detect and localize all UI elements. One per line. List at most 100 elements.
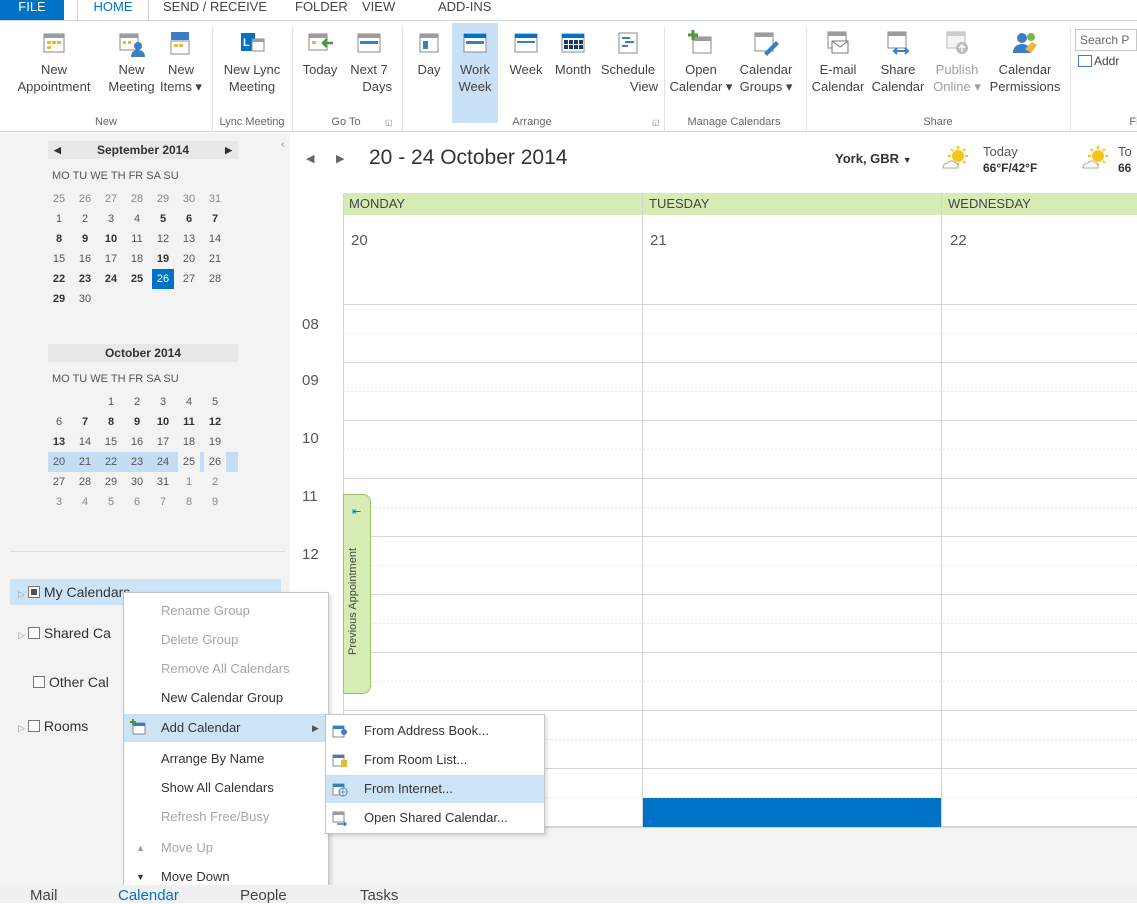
- calendar-permissions-button[interactable]: Calendar Permissions: [982, 29, 1068, 95]
- menu-item-show-all-calendars[interactable]: Show All Calendars: [124, 774, 328, 802]
- calendar-day[interactable]: 28: [74, 472, 96, 492]
- tab-view[interactable]: VIEW: [362, 0, 395, 20]
- menu-item-delete-group[interactable]: Delete Group: [124, 626, 328, 654]
- calendar-day[interactable]: 2: [204, 472, 226, 492]
- calendar-day[interactable]: 10: [100, 229, 122, 249]
- calendar-day[interactable]: 6: [126, 492, 148, 512]
- publish-online-button[interactable]: Publish Online ▾: [932, 29, 982, 95]
- calendar-day[interactable]: 27: [178, 269, 200, 289]
- calendar-day[interactable]: 7: [204, 209, 226, 229]
- tab-file[interactable]: FILE: [0, 0, 64, 20]
- nav-calendar[interactable]: Calendar: [118, 887, 179, 904]
- folder-other-calendars[interactable]: Other Cal: [33, 671, 109, 693]
- calendar-day[interactable]: 4: [126, 209, 148, 229]
- calendar-day[interactable]: 25: [178, 452, 200, 472]
- calendar-day[interactable]: 12: [152, 229, 174, 249]
- calendar-day[interactable]: 24: [100, 269, 122, 289]
- calendar-day[interactable]: 1: [100, 392, 122, 412]
- calendar-day[interactable]: 24: [152, 452, 174, 472]
- calendar-day[interactable]: 9: [126, 412, 148, 432]
- menu-item-remove-all-calendars[interactable]: Remove All Calendars: [124, 655, 328, 683]
- calendar-day[interactable]: 8: [100, 412, 122, 432]
- next-7-days-button[interactable]: Next 7 Days: [346, 29, 392, 95]
- calendar-groups-button[interactable]: Calendar Groups ▾: [734, 29, 798, 95]
- nav-tasks[interactable]: Tasks: [360, 887, 398, 904]
- calendar-day[interactable]: 28: [126, 189, 148, 209]
- calendar-day[interactable]: 19: [204, 432, 226, 452]
- tab-home[interactable]: HOME: [77, 0, 149, 20]
- expand-icon[interactable]: ▷: [18, 630, 25, 640]
- new-lync-meeting-button[interactable]: L New Lync Meeting: [218, 29, 286, 95]
- calendar-day[interactable]: 11: [178, 412, 200, 432]
- menu-item-rename-group[interactable]: Rename Group: [124, 597, 328, 625]
- calendar-day[interactable]: 26: [74, 189, 96, 209]
- open-calendar-button[interactable]: Open Calendar ▾: [668, 29, 734, 95]
- calendar-day[interactable]: 16: [126, 432, 148, 452]
- day-view-button[interactable]: Day: [410, 29, 448, 78]
- calendar-day[interactable]: 23: [74, 269, 96, 289]
- collapse-pane-icon[interactable]: ‹: [281, 139, 284, 150]
- calendar-day[interactable]: 3: [100, 209, 122, 229]
- previous-appointment-tab[interactable]: ⇤ Previous Appointment: [343, 494, 371, 694]
- prev-week-icon[interactable]: ◀: [306, 152, 314, 165]
- work-week-view-button[interactable]: Work Week: [452, 23, 498, 123]
- calendar-day[interactable]: 14: [74, 432, 96, 452]
- calendar-day[interactable]: 12: [204, 412, 226, 432]
- nav-people[interactable]: People: [240, 887, 287, 904]
- menu-item-refresh-free-busy[interactable]: Refresh Free/Busy: [124, 803, 328, 831]
- calendar-day[interactable]: 17: [100, 249, 122, 269]
- submenu-open-shared-calendar[interactable]: Open Shared Calendar...: [326, 804, 544, 832]
- calendar-day[interactable]: 13: [178, 229, 200, 249]
- calendar-day[interactable]: 7: [74, 412, 96, 432]
- calendar-day[interactable]: 1: [48, 209, 70, 229]
- calendar-day[interactable]: 1: [178, 472, 200, 492]
- folder-shared-calendars[interactable]: ▷ Shared Ca: [18, 622, 111, 644]
- menu-item-arrange-by-name[interactable]: Arrange By Name: [124, 745, 328, 773]
- calendar-day[interactable]: 21: [204, 249, 226, 269]
- selected-time-slot[interactable]: [643, 798, 941, 827]
- calendar-day[interactable]: 5: [152, 209, 174, 229]
- menu-item-new-calendar-group[interactable]: New Calendar Group: [124, 684, 328, 712]
- calendar-day[interactable]: 8: [48, 229, 70, 249]
- location-dropdown[interactable]: York, GBR ▼: [835, 151, 912, 166]
- submenu-from-internet[interactable]: From Internet...: [326, 775, 544, 803]
- calendar-day[interactable]: 30: [126, 472, 148, 492]
- month-view-button[interactable]: Month: [550, 29, 596, 78]
- checkbox-icon[interactable]: [33, 676, 45, 688]
- next-month-icon[interactable]: ▶: [225, 141, 232, 159]
- calendar-day[interactable]: 31: [204, 189, 226, 209]
- calendar-day[interactable]: 10: [152, 412, 174, 432]
- tab-folder[interactable]: FOLDER: [295, 0, 348, 20]
- calendar-day[interactable]: 15: [100, 432, 122, 452]
- calendar-day[interactable]: 26: [204, 452, 226, 472]
- next-week-icon[interactable]: ▶: [336, 152, 344, 165]
- checkbox-icon[interactable]: [27, 586, 40, 598]
- expand-icon[interactable]: ▷: [18, 723, 25, 733]
- expand-icon[interactable]: ▷: [18, 589, 25, 599]
- dialog-launcher-icon[interactable]: ◱: [385, 118, 393, 127]
- new-appointment-button[interactable]: New Appointment: [6, 29, 102, 95]
- calendar-day[interactable]: 17: [152, 432, 174, 452]
- submenu-from-room-list[interactable]: From Room List...: [326, 746, 544, 774]
- calendar-day[interactable]: 2: [74, 209, 96, 229]
- calendar-day[interactable]: 25: [48, 189, 70, 209]
- calendar-day[interactable]: 5: [100, 492, 122, 512]
- calendar-day[interactable]: 5: [204, 392, 226, 412]
- calendar-day[interactable]: 3: [152, 392, 174, 412]
- calendar-day[interactable]: 29: [100, 472, 122, 492]
- submenu-from-address-book[interactable]: From Address Book...: [326, 717, 544, 745]
- folder-my-calendars[interactable]: ▷ My Calendars: [18, 581, 130, 603]
- calendar-day[interactable]: 8: [178, 492, 200, 512]
- share-calendar-button[interactable]: Share Calendar: [868, 29, 928, 95]
- calendar-day[interactable]: 18: [126, 249, 148, 269]
- calendar-day[interactable]: 15: [48, 249, 70, 269]
- calendar-day[interactable]: 9: [74, 229, 96, 249]
- calendar-day[interactable]: 29: [48, 289, 70, 309]
- search-people-input[interactable]: Search P: [1075, 29, 1137, 51]
- calendar-day[interactable]: 16: [74, 249, 96, 269]
- calendar-day[interactable]: 4: [178, 392, 200, 412]
- calendar-day[interactable]: 31: [152, 472, 174, 492]
- calendar-day[interactable]: 6: [178, 209, 200, 229]
- address-book-button[interactable]: Addr: [1078, 54, 1119, 68]
- calendar-day[interactable]: 26: [152, 269, 174, 289]
